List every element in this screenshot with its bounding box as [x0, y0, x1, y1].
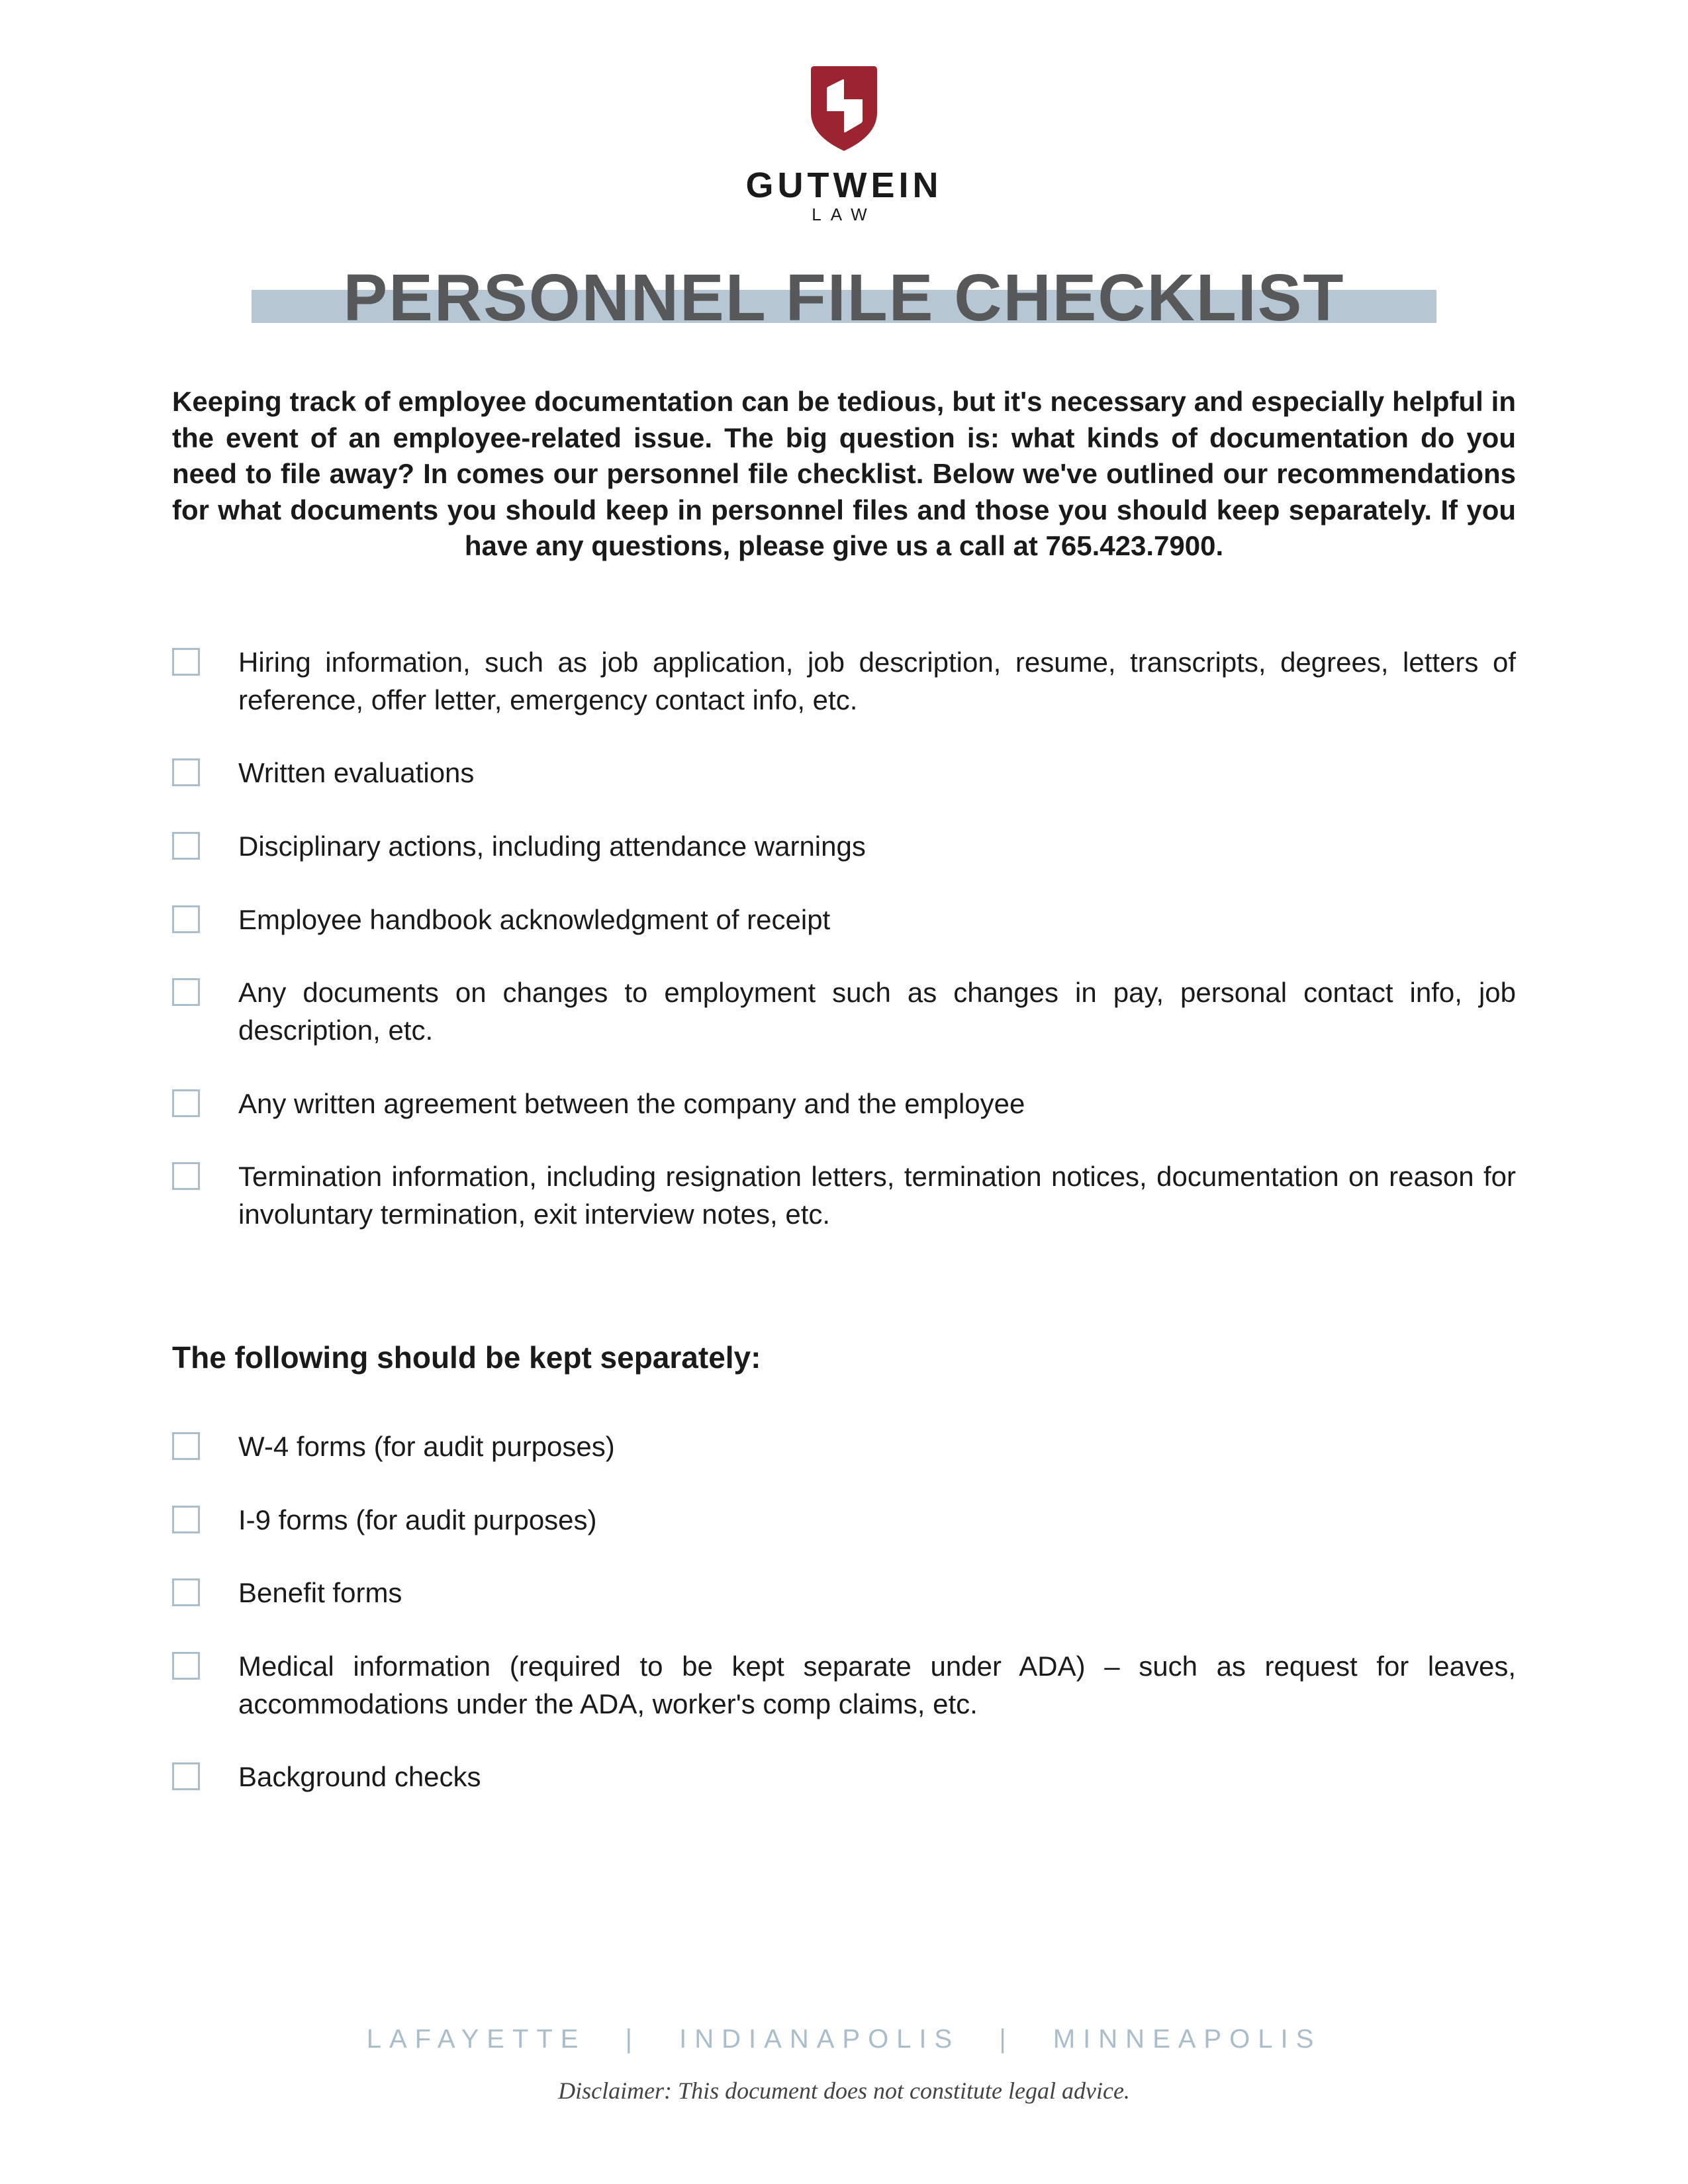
- checklist-item-text: Hiring information, such as job applicat…: [238, 644, 1516, 719]
- location-item: LAFAYETTE: [367, 2025, 586, 2054]
- checkbox-icon[interactable]: [172, 1089, 200, 1117]
- checkbox-icon[interactable]: [172, 1762, 200, 1790]
- footer-locations: LAFAYETTE | INDIANAPOLIS | MINNEAPOLIS: [0, 2025, 1688, 2054]
- location-item: INDIANAPOLIS: [679, 2025, 960, 2054]
- checklist-item: Medical information (required to be kept…: [172, 1648, 1516, 1723]
- checklist-item-text: Disciplinary actions, including attendan…: [238, 828, 1516, 866]
- checklist-item: Employee handbook acknowledgment of rece…: [172, 901, 1516, 939]
- checkbox-icon[interactable]: [172, 648, 200, 676]
- location-separator: |: [999, 2025, 1013, 2054]
- location-item: MINNEAPOLIS: [1053, 2025, 1321, 2054]
- checkbox-icon[interactable]: [172, 832, 200, 860]
- logo-brand-name: GUTWEIN: [172, 167, 1516, 203]
- checklist-item: Background checks: [172, 1758, 1516, 1796]
- checklist-item-text: Termination information, including resig…: [238, 1158, 1516, 1233]
- checkbox-icon[interactable]: [172, 1506, 200, 1533]
- checkbox-icon[interactable]: [172, 1578, 200, 1606]
- logo-block: GUTWEIN LAW: [172, 60, 1516, 225]
- location-separator: |: [626, 2025, 640, 2054]
- checklist-item-text: Background checks: [238, 1758, 1516, 1796]
- checkbox-icon[interactable]: [172, 1432, 200, 1460]
- separate-section-heading: The following should be kept separately:: [172, 1340, 1516, 1375]
- logo-brand-sub: LAW: [172, 205, 1516, 225]
- checkbox-icon[interactable]: [172, 905, 200, 933]
- page-title: PERSONNEL FILE CHECKLIST: [172, 265, 1516, 331]
- checkbox-icon[interactable]: [172, 1652, 200, 1680]
- checklist-item: I-9 forms (for audit purposes): [172, 1502, 1516, 1539]
- checkbox-icon[interactable]: [172, 978, 200, 1006]
- checklist-item-text: Written evaluations: [238, 754, 1516, 792]
- checkbox-icon[interactable]: [172, 1162, 200, 1190]
- document-page: GUTWEIN LAW PERSONNEL FILE CHECKLIST Kee…: [0, 0, 1688, 1796]
- checklist-item: W-4 forms (for audit purposes): [172, 1428, 1516, 1466]
- checklist-item: Benefit forms: [172, 1574, 1516, 1612]
- checklist-item-text: Any documents on changes to employment s…: [238, 974, 1516, 1049]
- checklist-item-text: W-4 forms (for audit purposes): [238, 1428, 1516, 1466]
- checklist-item-text: Benefit forms: [238, 1574, 1516, 1612]
- checklist-item: Written evaluations: [172, 754, 1516, 792]
- checklist-item-text: Medical information (required to be kept…: [238, 1648, 1516, 1723]
- checklist-item: Any documents on changes to employment s…: [172, 974, 1516, 1049]
- checklist-item: Termination information, including resig…: [172, 1158, 1516, 1233]
- checkbox-icon[interactable]: [172, 758, 200, 786]
- checklist-item: Hiring information, such as job applicat…: [172, 644, 1516, 719]
- footer-disclaimer: Disclaimer: This document does not const…: [0, 2077, 1688, 2105]
- checklist-item: Disciplinary actions, including attendan…: [172, 828, 1516, 866]
- page-footer: LAFAYETTE | INDIANAPOLIS | MINNEAPOLIS D…: [0, 2025, 1688, 2105]
- separate-checklist: W-4 forms (for audit purposes) I-9 forms…: [172, 1428, 1516, 1796]
- intro-paragraph: Keeping track of employee documentation …: [172, 384, 1516, 565]
- page-title-wrap: PERSONNEL FILE CHECKLIST: [172, 265, 1516, 338]
- main-checklist: Hiring information, such as job applicat…: [172, 644, 1516, 1234]
- logo-shield-icon: [804, 60, 884, 156]
- checklist-item: Any written agreement between the compan…: [172, 1085, 1516, 1123]
- checklist-item-text: I-9 forms (for audit purposes): [238, 1502, 1516, 1539]
- checklist-item-text: Any written agreement between the compan…: [238, 1085, 1516, 1123]
- checklist-item-text: Employee handbook acknowledgment of rece…: [238, 901, 1516, 939]
